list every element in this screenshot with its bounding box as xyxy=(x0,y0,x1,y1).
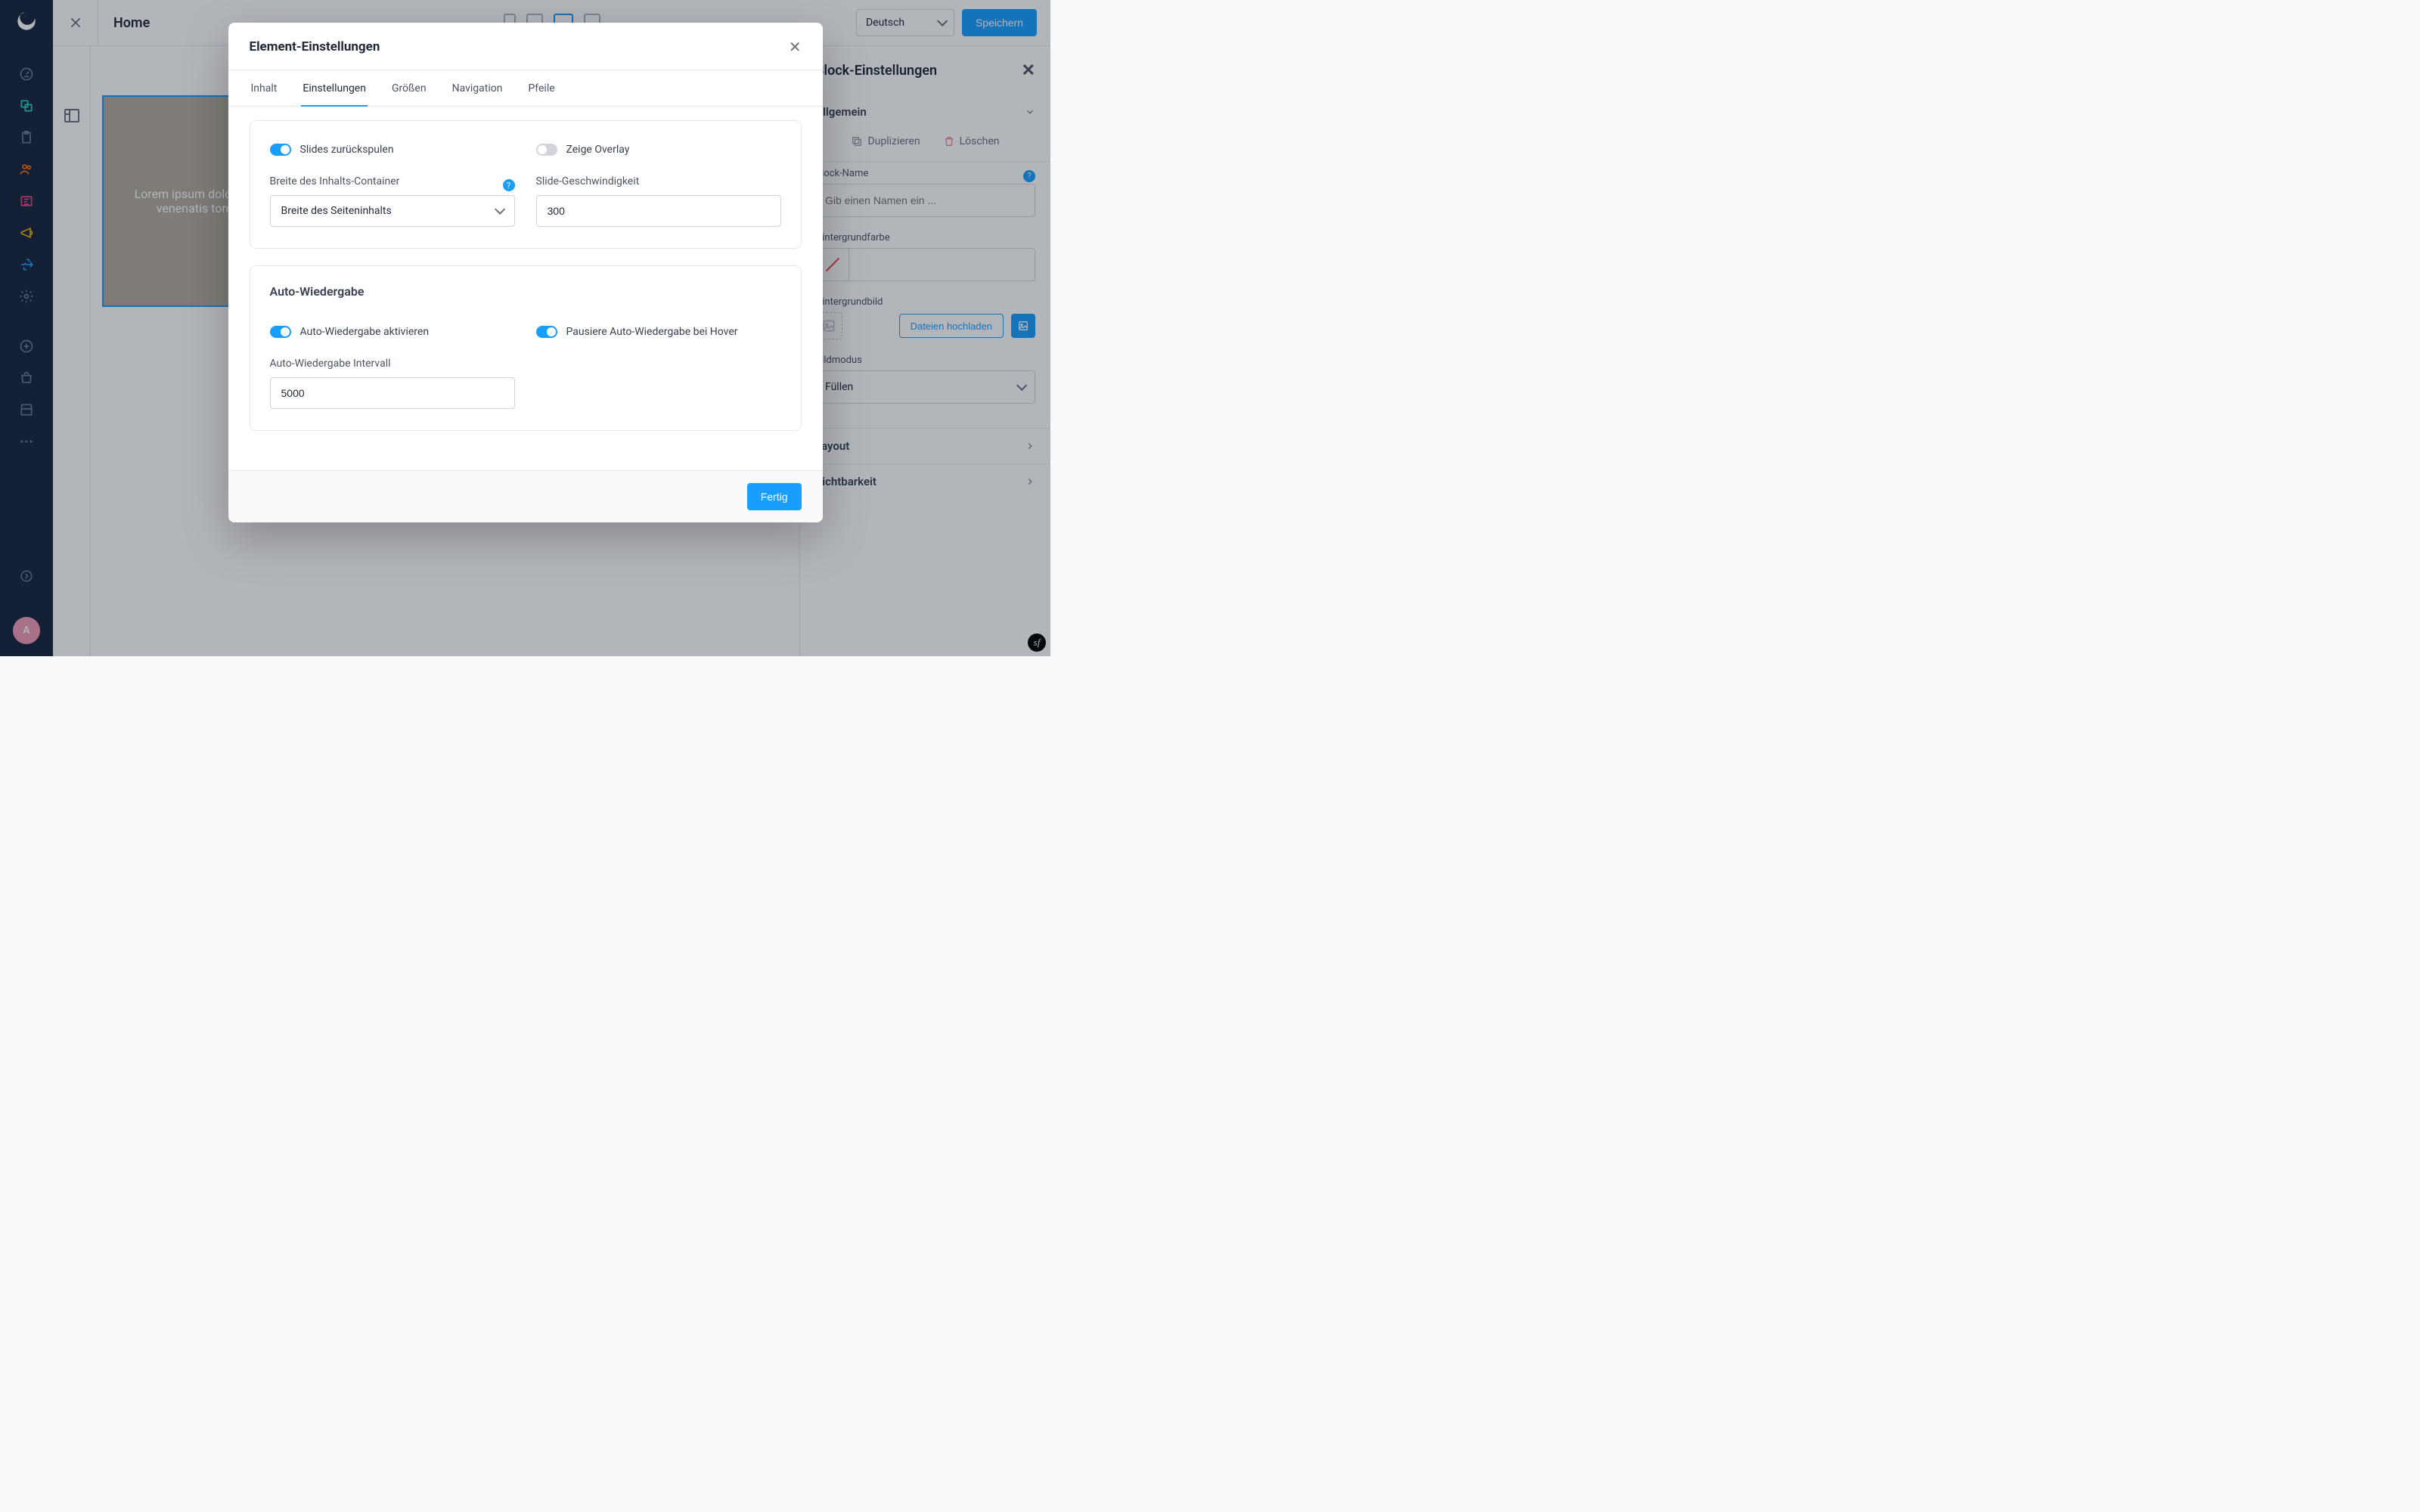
modal-title: Element-Einstellungen xyxy=(250,39,380,54)
container-width-label: Breite des Inhalts-Container xyxy=(270,175,400,187)
overlay-label: Zeige Overlay xyxy=(566,144,630,156)
tab-settings[interactable]: Einstellungen xyxy=(301,70,368,107)
tab-arrows[interactable]: Pfeile xyxy=(526,70,556,107)
autoplay-enable-toggle[interactable] xyxy=(270,326,291,338)
container-width-select[interactable]: Breite des Seiteninhalts xyxy=(270,195,515,227)
modal-close-button[interactable]: ✕ xyxy=(789,38,802,56)
element-settings-modal: Element-Einstellungen ✕ Inhalt Einstellu… xyxy=(228,23,823,522)
rewind-label: Slides zurückspulen xyxy=(300,144,394,156)
overlay-toggle[interactable] xyxy=(536,144,557,156)
help-icon[interactable]: ? xyxy=(503,179,515,191)
modal-overlay: Element-Einstellungen ✕ Inhalt Einstellu… xyxy=(0,0,1050,656)
container-width-value: Breite des Seiteninhalts xyxy=(281,205,392,217)
autoplay-pause-toggle[interactable] xyxy=(536,326,557,338)
tab-navigation[interactable]: Navigation xyxy=(451,70,504,107)
autoplay-pause-label: Pausiere Auto-Wiedergabe bei Hover xyxy=(566,326,738,338)
modal-done-button[interactable]: Fertig xyxy=(747,483,802,510)
settings-general-card: Slides zurückspulen Zeige Overlay Breite… xyxy=(250,120,802,249)
settings-autoplay-card: Auto-Wiedergabe Auto-Wiedergabe aktivier… xyxy=(250,265,802,431)
slide-speed-label: Slide-Geschwindigkeit xyxy=(536,175,781,187)
autoplay-interval-input[interactable] xyxy=(270,377,515,409)
tab-sizes[interactable]: Größen xyxy=(390,70,428,107)
rewind-toggle[interactable] xyxy=(270,144,291,156)
autoplay-section-title: Auto-Wiedergabe xyxy=(270,284,781,299)
slide-speed-input[interactable] xyxy=(536,195,781,227)
autoplay-enable-label: Auto-Wiedergabe aktivieren xyxy=(300,326,430,338)
tab-content[interactable]: Inhalt xyxy=(250,70,279,107)
autoplay-interval-label: Auto-Wiedergabe Intervall xyxy=(270,358,515,370)
